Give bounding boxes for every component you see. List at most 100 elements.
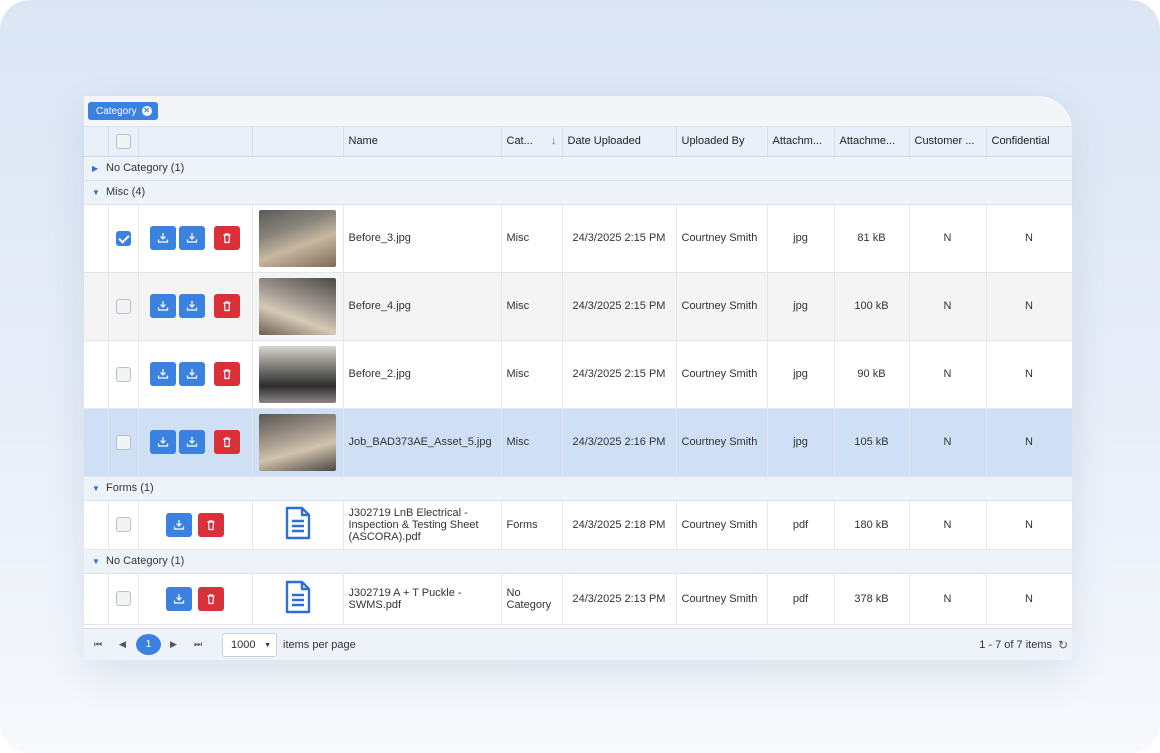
group-row[interactable]: ▼ Forms (1) bbox=[84, 476, 1072, 501]
cell-type: jpg bbox=[767, 272, 835, 341]
cell-size: 81 kB bbox=[834, 204, 910, 273]
group-row[interactable]: ▶ No Category (1) bbox=[84, 156, 1072, 181]
cell-type: jpg bbox=[767, 408, 835, 477]
header-thumbnail bbox=[252, 127, 344, 157]
cell-type: pdf bbox=[767, 573, 835, 625]
collapse-arrow-icon[interactable]: ▼ bbox=[92, 557, 106, 566]
download-button[interactable] bbox=[179, 226, 205, 250]
image-thumbnail[interactable] bbox=[259, 413, 336, 471]
group-label: No Category (1) bbox=[106, 162, 185, 174]
download-button[interactable] bbox=[150, 294, 176, 318]
collapse-arrow-icon[interactable]: ▼ bbox=[92, 484, 106, 493]
row-checkbox[interactable] bbox=[115, 434, 131, 450]
delete-button[interactable] bbox=[214, 430, 240, 454]
group-row[interactable]: ▼ No Category (1) bbox=[84, 549, 1072, 574]
cell-category: Misc bbox=[501, 204, 563, 273]
cell-customer: N bbox=[909, 500, 987, 550]
header-attachment-size[interactable]: Attachme... bbox=[834, 127, 910, 157]
download-button[interactable] bbox=[166, 586, 192, 611]
delete-button[interactable] bbox=[198, 586, 224, 611]
table-row[interactable]: Job_BAD373AE_Asset_5.jpg Misc 24/3/2025 … bbox=[84, 408, 1072, 477]
download-button[interactable] bbox=[150, 430, 176, 454]
trash-icon bbox=[223, 301, 231, 312]
document-icon[interactable] bbox=[284, 580, 312, 614]
cell-date: 24/3/2025 2:15 PM bbox=[562, 272, 677, 341]
chevron-down-icon: ▼ bbox=[264, 642, 271, 649]
download-icon bbox=[186, 233, 198, 243]
refresh-icon[interactable]: ↻ bbox=[1058, 638, 1068, 652]
row-checkbox[interactable] bbox=[115, 517, 131, 532]
first-page-icon[interactable]: ⏮ bbox=[94, 639, 102, 650]
cell-confidential: N bbox=[986, 500, 1072, 550]
row-checkbox[interactable] bbox=[115, 591, 131, 606]
cell-confidential: N bbox=[986, 573, 1072, 625]
download-icon bbox=[186, 301, 198, 311]
download-button[interactable] bbox=[179, 362, 205, 386]
cell-name: Before_3.jpg bbox=[343, 204, 502, 273]
document-icon[interactable] bbox=[284, 506, 312, 540]
table-row[interactable]: Before_2.jpg Misc 24/3/2025 2:15 PM Cour… bbox=[84, 340, 1072, 409]
download-button[interactable] bbox=[150, 362, 176, 386]
cell-category: No Category bbox=[501, 573, 563, 625]
items-per-page-select[interactable]: 1000 ▼ bbox=[222, 633, 277, 657]
table-row[interactable]: J302719 LnB Electrical - Inspection & Te… bbox=[84, 500, 1072, 550]
page-number-button[interactable]: 1 bbox=[136, 634, 161, 655]
table-row[interactable]: J302719 A + T Puckle - SWMS.pdf No Categ… bbox=[84, 573, 1072, 625]
row-checkbox[interactable] bbox=[115, 230, 131, 246]
cell-customer: N bbox=[909, 340, 987, 409]
header-uploaded-by[interactable]: Uploaded By bbox=[676, 127, 768, 157]
delete-button[interactable] bbox=[214, 294, 240, 318]
cell-name: Before_4.jpg bbox=[343, 272, 502, 341]
download-button[interactable] bbox=[150, 226, 176, 250]
cell-date: 24/3/2025 2:18 PM bbox=[562, 500, 677, 550]
delete-button[interactable] bbox=[214, 362, 240, 386]
header-category-label: Cat... bbox=[506, 135, 533, 148]
image-thumbnail[interactable] bbox=[259, 277, 336, 335]
trash-icon bbox=[223, 233, 231, 244]
trash-icon bbox=[223, 369, 231, 380]
download-icon bbox=[186, 369, 198, 379]
row-checkbox[interactable] bbox=[115, 366, 131, 382]
cell-size: 180 kB bbox=[834, 500, 910, 550]
delete-button[interactable] bbox=[214, 226, 240, 250]
image-thumbnail[interactable] bbox=[259, 345, 336, 403]
expand-arrow-icon[interactable]: ▶ bbox=[92, 164, 106, 173]
header-attachment-type[interactable]: Attachm... bbox=[767, 127, 835, 157]
header-date-uploaded[interactable]: Date Uploaded bbox=[562, 127, 677, 157]
prev-page-icon[interactable]: ◀ bbox=[119, 639, 126, 650]
table-row[interactable]: Before_4.jpg Misc 24/3/2025 2:15 PM Cour… bbox=[84, 272, 1072, 341]
next-page-icon[interactable]: ▶ bbox=[170, 639, 177, 650]
collapse-arrow-icon[interactable]: ▼ bbox=[92, 188, 106, 197]
cell-customer: N bbox=[909, 204, 987, 273]
header-customer[interactable]: Customer ... bbox=[909, 127, 987, 157]
row-checkbox[interactable] bbox=[115, 298, 131, 314]
header-name[interactable]: Name bbox=[343, 127, 502, 157]
cell-type: pdf bbox=[767, 500, 835, 550]
download-button[interactable] bbox=[166, 512, 192, 537]
cell-type: jpg bbox=[767, 204, 835, 273]
table-row[interactable]: Before_3.jpg Misc 24/3/2025 2:15 PM Cour… bbox=[84, 204, 1072, 273]
header-select-all[interactable] bbox=[108, 127, 139, 157]
download-button[interactable] bbox=[179, 430, 205, 454]
select-all-checkbox[interactable] bbox=[115, 133, 131, 149]
group-chip[interactable]: Category ✕ bbox=[88, 102, 158, 120]
header-confidential[interactable]: Confidential bbox=[986, 127, 1072, 157]
group-indent-cell bbox=[84, 573, 109, 625]
cell-type: jpg bbox=[767, 340, 835, 409]
cell-uploaded-by: Courtney Smith bbox=[676, 408, 768, 477]
download-button[interactable] bbox=[179, 294, 205, 318]
header-category[interactable]: Cat... ↓ bbox=[501, 127, 563, 157]
items-per-page-label: items per page bbox=[283, 639, 356, 651]
last-page-icon[interactable]: ⏭ bbox=[194, 639, 202, 650]
delete-button[interactable] bbox=[198, 512, 224, 537]
cell-category: Misc bbox=[501, 408, 563, 477]
items-per-page-value: 1000 bbox=[231, 639, 256, 651]
pager-summary: 1 - 7 of 7 items bbox=[979, 639, 1052, 651]
trash-icon bbox=[207, 593, 215, 604]
image-thumbnail[interactable] bbox=[259, 209, 336, 267]
remove-group-icon[interactable]: ✕ bbox=[141, 106, 152, 116]
cell-name: J302719 LnB Electrical - Inspection & Te… bbox=[343, 500, 502, 550]
group-row[interactable]: ▼ Misc (4) bbox=[84, 180, 1072, 205]
cell-category: Misc bbox=[501, 340, 563, 409]
group-indent-cell bbox=[84, 204, 109, 273]
